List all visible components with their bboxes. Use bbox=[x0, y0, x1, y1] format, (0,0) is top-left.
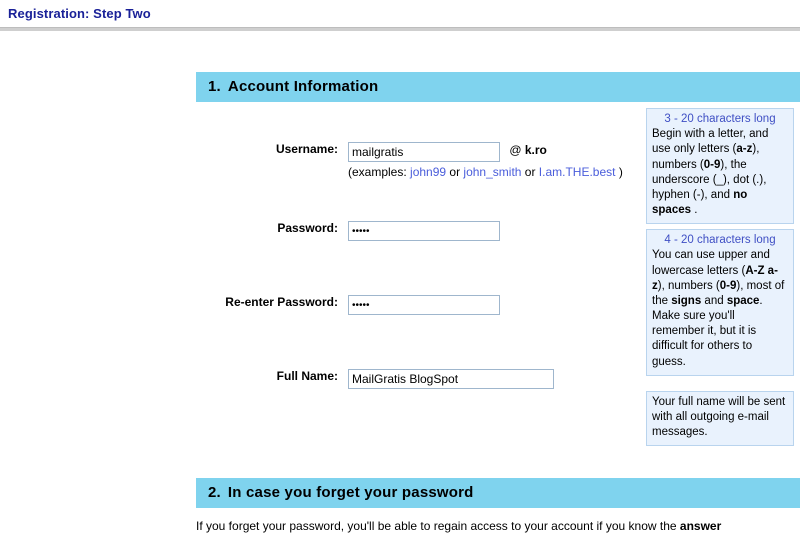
forgot-password-text: If you forget your password, you'll be a… bbox=[196, 519, 680, 533]
help-box-username: 3 - 20 characters long Begin with a lett… bbox=[646, 108, 794, 225]
examples-or-2: or bbox=[521, 165, 539, 179]
section-title: Account Information bbox=[227, 78, 379, 95]
example-link-3[interactable]: I.am.THE.best bbox=[539, 165, 616, 179]
examples-or-1: or bbox=[446, 165, 464, 179]
password-label: Password: bbox=[277, 221, 338, 235]
at-symbol: @ bbox=[509, 143, 522, 157]
title-divider bbox=[0, 27, 800, 31]
password-input[interactable] bbox=[348, 221, 500, 241]
password-confirm-label: Re-enter Password: bbox=[225, 295, 338, 309]
section2-title: In case you forget your password bbox=[227, 484, 474, 501]
domain-text: k.ro bbox=[524, 143, 547, 157]
full-name-label: Full Name: bbox=[276, 369, 338, 383]
help-username-headline: 3 - 20 characters long bbox=[664, 113, 776, 125]
full-name-input[interactable] bbox=[348, 369, 554, 389]
help-password-body: You can use upper and lowercase letters … bbox=[652, 249, 785, 368]
help-full-name-body: Your full name will be sent with all out… bbox=[652, 395, 786, 439]
password-confirm-input[interactable] bbox=[348, 295, 500, 315]
help-column: 3 - 20 characters long Begin with a lett… bbox=[646, 108, 794, 451]
example-link-1[interactable]: john99 bbox=[410, 165, 446, 179]
help-username-body: Begin with a letter, and use only letter… bbox=[652, 128, 769, 217]
section-number: 1. bbox=[208, 78, 221, 95]
username-input[interactable] bbox=[348, 142, 500, 162]
username-domain-suffix: @ k.ro bbox=[509, 143, 547, 157]
examples-suffix: ) bbox=[615, 165, 623, 179]
forgot-password-section: 2. In case you forget your password If yo… bbox=[196, 478, 800, 534]
forgot-password-emphasis: answer bbox=[679, 519, 722, 533]
example-link-2[interactable]: john_smith bbox=[463, 165, 521, 179]
section-header-forgot-password: 2. In case you forget your password bbox=[196, 478, 800, 508]
examples-prefix: (examples: bbox=[348, 165, 411, 179]
help-password-headline: 4 - 20 characters long bbox=[664, 234, 776, 247]
page-title-bar: Registration: Step Two bbox=[0, 0, 800, 25]
help-box-full-name: Your full name will be sent with all out… bbox=[646, 390, 794, 447]
page-title: Registration: Step Two bbox=[8, 6, 151, 21]
help-box-password: 4 - 20 characters long You can use upper… bbox=[646, 229, 794, 376]
section2-number: 2. bbox=[208, 484, 221, 501]
section-header-account-information: 1. Account Information bbox=[196, 72, 800, 102]
username-label: Username: bbox=[275, 142, 338, 156]
forgot-password-description: If you forget your password, you'll be a… bbox=[196, 518, 800, 534]
